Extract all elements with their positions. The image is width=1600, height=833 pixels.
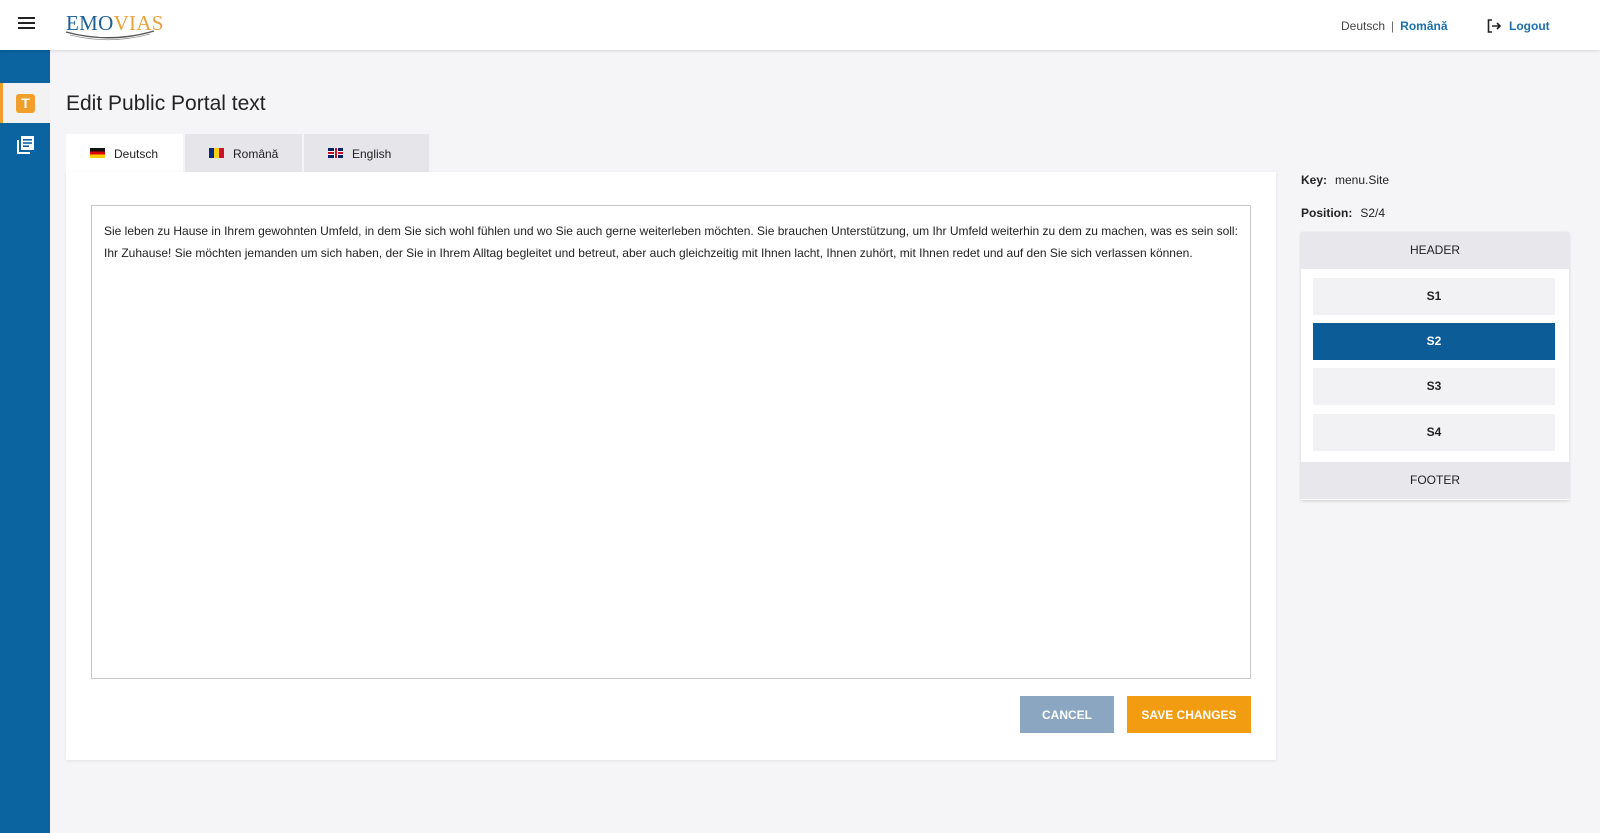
page-title: Edit Public Portal text (66, 92, 266, 115)
position-panel: HEADER S1 S2 S3 S4 FOOTER (1301, 232, 1569, 500)
text-t-icon: T (16, 94, 35, 113)
save-changes-button[interactable]: SAVE CHANGES (1127, 696, 1251, 733)
cancel-button[interactable]: CANCEL (1020, 696, 1114, 733)
tab-label: English (352, 147, 392, 161)
document-list-icon (17, 136, 34, 154)
tab-deutsch[interactable]: Deutsch (66, 134, 183, 172)
key-label: Key: (1301, 173, 1328, 187)
uk-flag-icon (328, 148, 343, 158)
top-bar: EMOVIAS Deutsch | Română Logout (0, 0, 1600, 50)
hamburger-menu-icon[interactable] (18, 17, 35, 31)
position-label: Position: (1301, 206, 1353, 220)
position-slot-s1[interactable]: S1 (1313, 278, 1555, 315)
emovias-logo[interactable]: EMOVIAS (64, 8, 163, 42)
tab-english[interactable]: English (304, 134, 429, 172)
key-value: menu.Site (1335, 173, 1390, 187)
logo-swoosh-icon (65, 30, 155, 41)
text-editor[interactable]: Sie leben zu Hause in Ihrem gewohnten Um… (91, 205, 1251, 679)
lang-separator: | (1391, 19, 1395, 33)
sidebar-item-texts[interactable]: T (0, 83, 50, 123)
position-header[interactable]: HEADER (1301, 232, 1569, 269)
romanian-flag-icon (209, 148, 224, 158)
tab-romana[interactable]: Română (185, 134, 302, 172)
logout-label: Logout (1509, 19, 1550, 33)
editor-card: Sie leben zu Hause in Ihrem gewohnten Um… (66, 172, 1276, 760)
language-switch: Deutsch | Română (1341, 19, 1448, 33)
position-value: S2/4 (1360, 206, 1386, 220)
lang-romana-link[interactable]: Română (1400, 19, 1447, 33)
position-slot-s3[interactable]: S3 (1313, 368, 1555, 405)
key-info: Key: menu.Site (1301, 173, 1389, 187)
tab-label: Română (233, 147, 279, 161)
position-footer[interactable]: FOOTER (1301, 462, 1569, 499)
lang-deutsch-link[interactable]: Deutsch (1341, 19, 1385, 33)
tab-label: Deutsch (114, 147, 159, 161)
sidebar-item-pages[interactable] (0, 124, 50, 164)
logout-icon (1487, 19, 1502, 33)
position-slot-s2[interactable]: S2 (1313, 323, 1555, 360)
german-flag-icon (90, 148, 105, 158)
sidebar: T (0, 50, 50, 833)
position-info: Position: S2/4 (1301, 206, 1385, 220)
position-slot-s4[interactable]: S4 (1313, 414, 1555, 451)
